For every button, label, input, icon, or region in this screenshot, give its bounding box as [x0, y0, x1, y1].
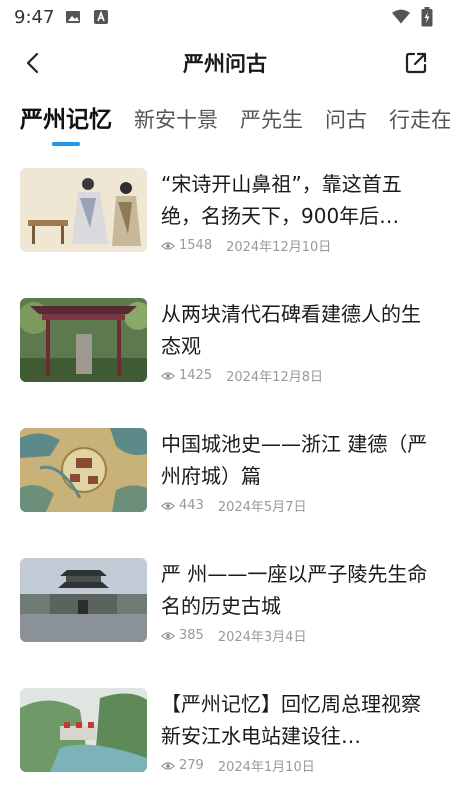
eye-icon [161, 241, 175, 250]
publish-date: 2024年1月10日 [217, 760, 315, 775]
eye-icon [161, 761, 175, 770]
app-notification-icon [92, 8, 110, 26]
article-meta: 443 2024年5月7日 [161, 496, 430, 515]
share-button[interactable] [400, 47, 432, 79]
view-count: 443 [179, 498, 204, 513]
status-time: 9:47 [14, 6, 55, 28]
tab-ask-ancient[interactable]: 问古 [325, 104, 367, 148]
eye-icon [161, 501, 175, 510]
publish-date: 2024年12月10日 [226, 240, 332, 255]
article-thumbnail [20, 558, 147, 642]
tab-label: 行走在 [389, 108, 450, 132]
view-count: 1425 [179, 368, 213, 383]
article-meta: 279 2024年1月10日 [161, 756, 430, 775]
article-item[interactable]: 严 州——一座以严子陵先生命名的历史古城 385 2024年3月4日 [0, 558, 450, 688]
article-meta: 1548 2024年12月10日 [161, 236, 430, 255]
tab-yanzhou-memory[interactable]: 严州记忆 [20, 100, 112, 148]
article-title: 从两块清代石碑看建德人的生态观 [161, 302, 421, 358]
article-thumbnail [20, 168, 147, 252]
tab-xinan-ten-views[interactable]: 新安十景 [134, 104, 218, 148]
article-meta: 385 2024年3月4日 [161, 626, 430, 645]
share-external-icon [405, 52, 427, 74]
eye-icon [161, 371, 175, 380]
article-title: 中国城池史——浙江 建德（严州府城）篇 [161, 432, 428, 488]
battery-icon [418, 7, 436, 27]
article-meta: 1425 2024年12月8日 [161, 366, 430, 385]
tab-label: 严州记忆 [20, 107, 112, 133]
status-bar: 9:47 [0, 0, 450, 34]
article-title: “宋诗开山鼻祖”，靠这首五绝，名扬天下，900年后… [161, 172, 402, 228]
article-item[interactable]: “宋诗开山鼻祖”，靠这首五绝，名扬天下，900年后… 1548 2024年12月… [0, 168, 450, 298]
back-button[interactable] [18, 47, 50, 79]
article-thumbnail [20, 428, 147, 512]
tab-label: 严先生 [240, 108, 303, 132]
article-title: 【严州记忆】回忆周总理视察新安江水电站建设往… [161, 692, 421, 748]
view-count: 1548 [179, 238, 213, 253]
active-tab-indicator [52, 142, 80, 146]
view-count: 279 [179, 758, 204, 773]
tab-label: 新安十景 [134, 108, 218, 132]
image-notification-icon [64, 8, 82, 26]
article-thumbnail [20, 298, 147, 382]
chevron-left-icon [26, 52, 39, 74]
wifi-icon [392, 8, 410, 26]
publish-date: 2024年3月4日 [217, 630, 307, 645]
category-tabs: 严州记忆 新安十景 严先生 问古 行走在 [0, 92, 450, 148]
tab-walking[interactable]: 行走在 [389, 104, 450, 148]
title-bar: 严州问古 [0, 34, 450, 92]
tab-label: 问古 [325, 108, 367, 132]
view-count: 385 [179, 628, 204, 643]
article-item[interactable]: 【严州记忆】回忆周总理视察新安江水电站建设往… 279 2024年1月10日 [0, 688, 450, 800]
eye-icon [161, 631, 175, 640]
article-thumbnail [20, 688, 147, 772]
page-title: 严州问古 [183, 52, 267, 76]
article-list: “宋诗开山鼻祖”，靠这首五绝，名扬天下，900年后… 1548 2024年12月… [0, 168, 450, 800]
article-item[interactable]: 从两块清代石碑看建德人的生态观 1425 2024年12月8日 [0, 298, 450, 428]
publish-date: 2024年5月7日 [217, 500, 307, 515]
article-title: 严 州——一座以严子陵先生命名的历史古城 [161, 562, 428, 618]
publish-date: 2024年12月8日 [226, 370, 323, 385]
article-item[interactable]: 中国城池史——浙江 建德（严州府城）篇 443 2024年5月7日 [0, 428, 450, 558]
tab-mr-yan[interactable]: 严先生 [240, 104, 303, 148]
